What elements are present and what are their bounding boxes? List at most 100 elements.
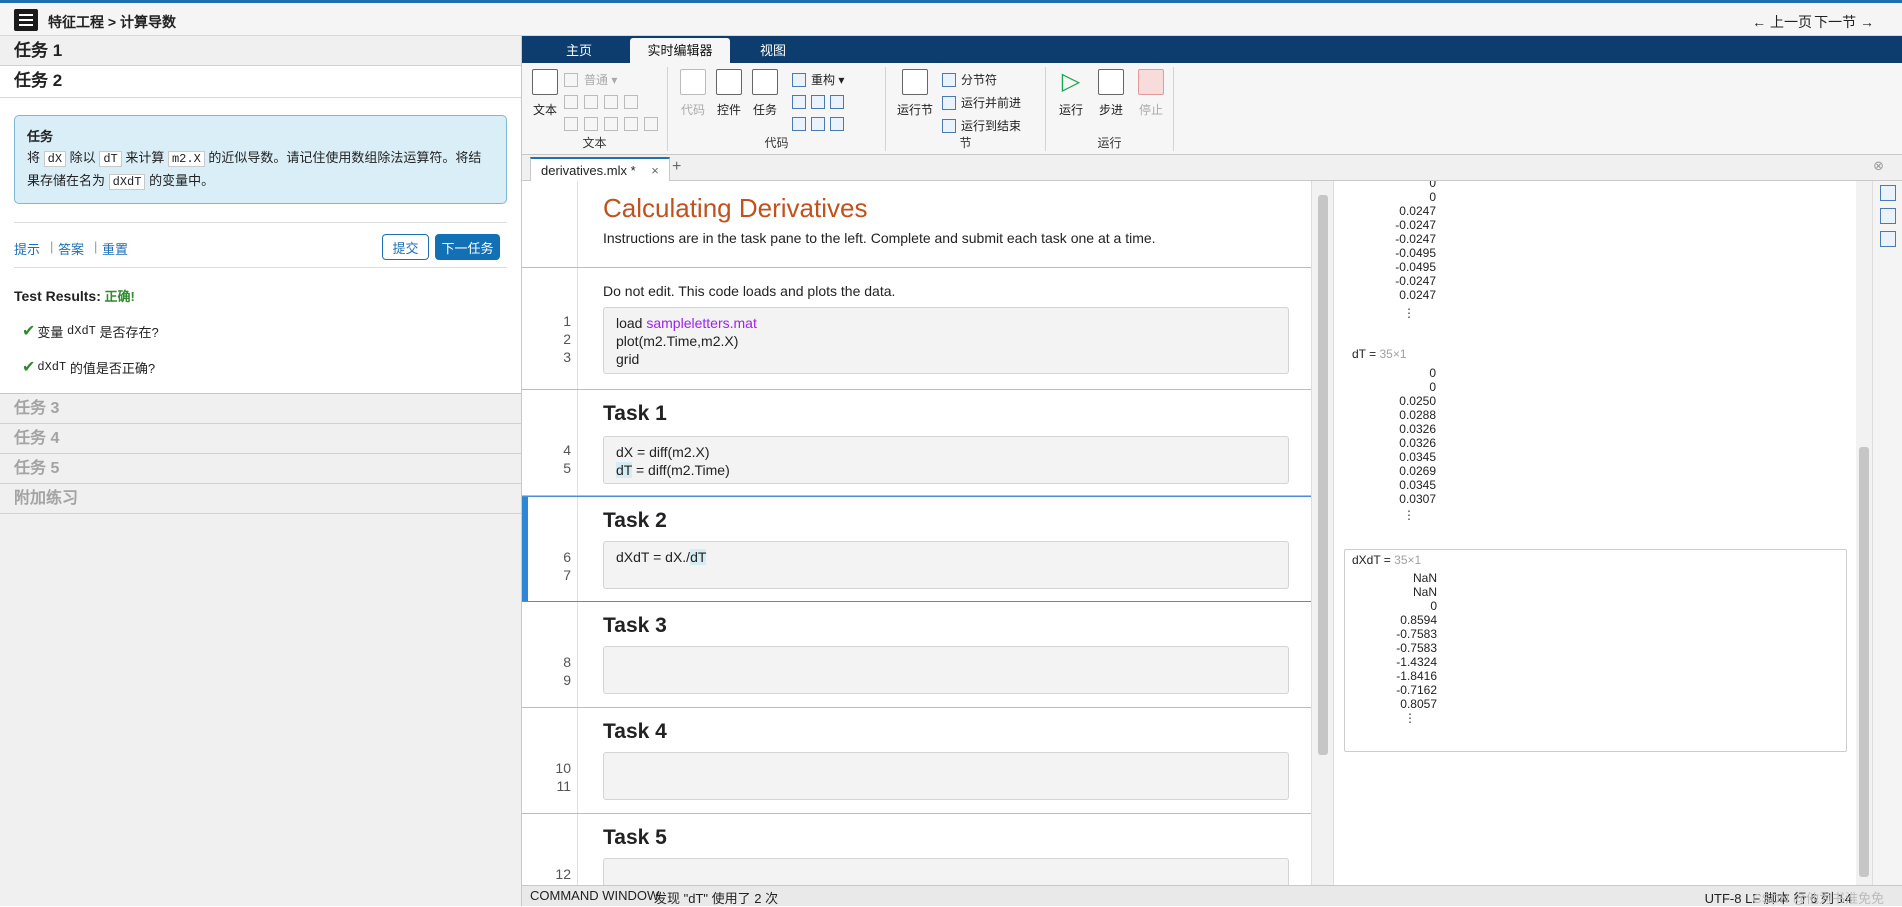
dxdt-output-box[interactable]: dXdT = 35×1 NaN NaN 0 0.8594 -0.7583 -0.7583-… (1344, 549, 1847, 752)
extra-practice-header[interactable]: 附加练习 (0, 484, 521, 514)
section-break-button[interactable]: 分节符 (942, 71, 997, 88)
output-value: -0.7162 (1396, 683, 1437, 697)
output-value: 0 (1430, 599, 1437, 613)
reset-link[interactable]: 重置 (102, 239, 128, 258)
monospace-icon[interactable] (624, 95, 638, 109)
indent-icon[interactable] (830, 95, 844, 109)
document-tabs: derivatives.mlx * × + ⊗ (522, 155, 1902, 181)
task-3-header[interactable]: 任务 3 (0, 394, 521, 424)
task-1-header[interactable]: 任务 1 (0, 36, 521, 66)
output-value: 0.0269 (1399, 464, 1436, 478)
dt-output-values: 0 0 0.0250 0.0288 0.0326 0.0326 0.0345 0.0269 0.… (1344, 366, 1436, 506)
task-4-header[interactable]: 任务 4 (0, 424, 521, 454)
group-code: 代码 控件 任务 重构 ▾ 代码 (668, 67, 886, 151)
output-value: -0.0247 (1395, 274, 1436, 288)
align-right-icon[interactable] (644, 117, 658, 131)
output-inline-icon[interactable] (1880, 208, 1896, 224)
underline-icon[interactable] (604, 95, 618, 109)
code-block-5[interactable] (603, 752, 1289, 800)
document-subtitle: Instructions are in the task pane to the… (603, 230, 1156, 246)
section-task-4: Task 4 10 11 (522, 708, 1311, 814)
refactor-dropdown[interactable]: 重构 ▾ (792, 71, 844, 88)
tab-live-editor[interactable]: 实时编辑器 (630, 38, 730, 63)
run-section-button[interactable]: 运行节 (890, 69, 940, 118)
next-section-link[interactable]: 下一节 → (1814, 12, 1874, 32)
code-block-1[interactable]: load sampleletters.mat plot(m2.Time,m2.X… (603, 307, 1289, 374)
output-value: -0.7583 (1396, 641, 1437, 655)
code-block-2[interactable]: dX = diff(m2.X) dT = diff(m2.Time) (603, 436, 1289, 484)
live-editor[interactable]: Calculating Derivatives Instructions are… (522, 181, 1311, 885)
code-highlight: dT (690, 549, 707, 565)
output-right-icon[interactable] (1880, 185, 1896, 201)
instr-text: 的变量中。 (149, 173, 215, 188)
output-view-rail (1872, 181, 1902, 885)
line-number: 1 (563, 313, 571, 329)
text-icon (532, 69, 558, 95)
run-advance-button[interactable]: 运行并前进 (942, 94, 1021, 111)
tab-view[interactable]: 视图 (738, 38, 808, 63)
breadcrumb[interactable]: 特征工程 > 计算导数 (48, 12, 176, 32)
tab-home[interactable]: 主页 (544, 38, 614, 63)
code-button-label: 代码 (680, 103, 705, 117)
editor-scrollbar[interactable] (1311, 181, 1333, 885)
output-value: NaN (1412, 585, 1437, 599)
add-tab-icon[interactable]: + (672, 158, 681, 176)
uncomment-icon[interactable] (792, 117, 806, 131)
answer-link[interactable]: 答案 (58, 239, 84, 258)
italic-icon[interactable] (584, 95, 598, 109)
section-note: Do not edit. This code loads and plots t… (603, 283, 896, 299)
hint-link[interactable]: 提示 (14, 239, 40, 258)
wrap-icon[interactable] (811, 95, 825, 109)
scroll-thumb[interactable] (1859, 447, 1869, 877)
stop-button[interactable]: 停止 (1130, 69, 1172, 118)
align-left-icon[interactable] (604, 117, 618, 131)
task-2-header[interactable]: 任务 2 (0, 66, 521, 98)
test-check-1: ✔ 变量 dXdT 是否存在? (14, 321, 507, 341)
command-window-toggle[interactable]: COMMAND WINDOW (530, 888, 659, 903)
run-to-end-button[interactable]: 运行到结束 (942, 117, 1021, 134)
comment-icon[interactable] (792, 95, 806, 109)
bold-icon[interactable] (564, 95, 578, 109)
run-button[interactable]: ▷ 运行 (1050, 69, 1092, 118)
output-pane: 0 0 0.0247 -0.0247 -0.0247 -0.0495 -0.0495 -0.0… (1333, 181, 1856, 885)
dxdt-ellipsis: ⋮ (1404, 711, 1416, 725)
close-panel-icon[interactable]: ⊗ (1873, 158, 1884, 174)
hide-code-icon[interactable] (1880, 231, 1896, 247)
outdent-icon[interactable] (830, 117, 844, 131)
code-text: = diff(m2.Time) (632, 462, 730, 478)
style-dropdown[interactable]: 普通 ▾ (564, 71, 617, 88)
output-scrollbar[interactable] (1856, 181, 1872, 885)
code-block-6[interactable] (603, 858, 1289, 885)
step-button[interactable]: 步进 (1090, 69, 1132, 118)
task-button-label: 任务 (752, 103, 777, 117)
task-5-header[interactable]: 任务 5 (0, 454, 521, 484)
numbered-list-icon[interactable] (564, 117, 578, 131)
bullet-list-icon[interactable] (584, 117, 598, 131)
menu-icon[interactable] (14, 9, 38, 31)
code-line: plot(m2.Time,m2.X) (616, 333, 739, 349)
step-icon (1098, 69, 1124, 95)
code-block-3[interactable]: dXdT = dX./dT (603, 541, 1289, 589)
align-center-icon[interactable] (624, 117, 638, 131)
scroll-thumb[interactable] (1318, 195, 1328, 755)
text-button[interactable]: 文本 (524, 69, 566, 118)
code-line: dX = diff(m2.X) (616, 444, 710, 460)
code-block-4[interactable] (603, 646, 1289, 694)
output-value: -0.7583 (1396, 627, 1437, 641)
task-button[interactable]: 任务 (744, 69, 786, 118)
group-section-label: 节 (959, 136, 972, 150)
prev-page-link[interactable]: ← 上一页 (1752, 12, 1812, 32)
smart-indent-icon[interactable] (811, 117, 825, 131)
chevron-down-icon: ▾ (608, 72, 618, 87)
next-task-button[interactable]: 下一任务 (435, 234, 500, 260)
close-icon[interactable]: × (651, 163, 659, 178)
step-label: 步进 (1098, 103, 1123, 117)
var-size: 35×1 (1379, 347, 1407, 361)
section-task-5: Task 5 12 (522, 814, 1311, 885)
doc-tab-derivatives[interactable]: derivatives.mlx * × (530, 157, 670, 181)
section-break-label: 分节符 (961, 73, 998, 87)
output-value: -0.0247 (1395, 232, 1436, 246)
output-value: 0 (1429, 366, 1436, 380)
output-value: 0.0326 (1399, 436, 1436, 450)
submit-button[interactable]: 提交 (382, 234, 429, 260)
